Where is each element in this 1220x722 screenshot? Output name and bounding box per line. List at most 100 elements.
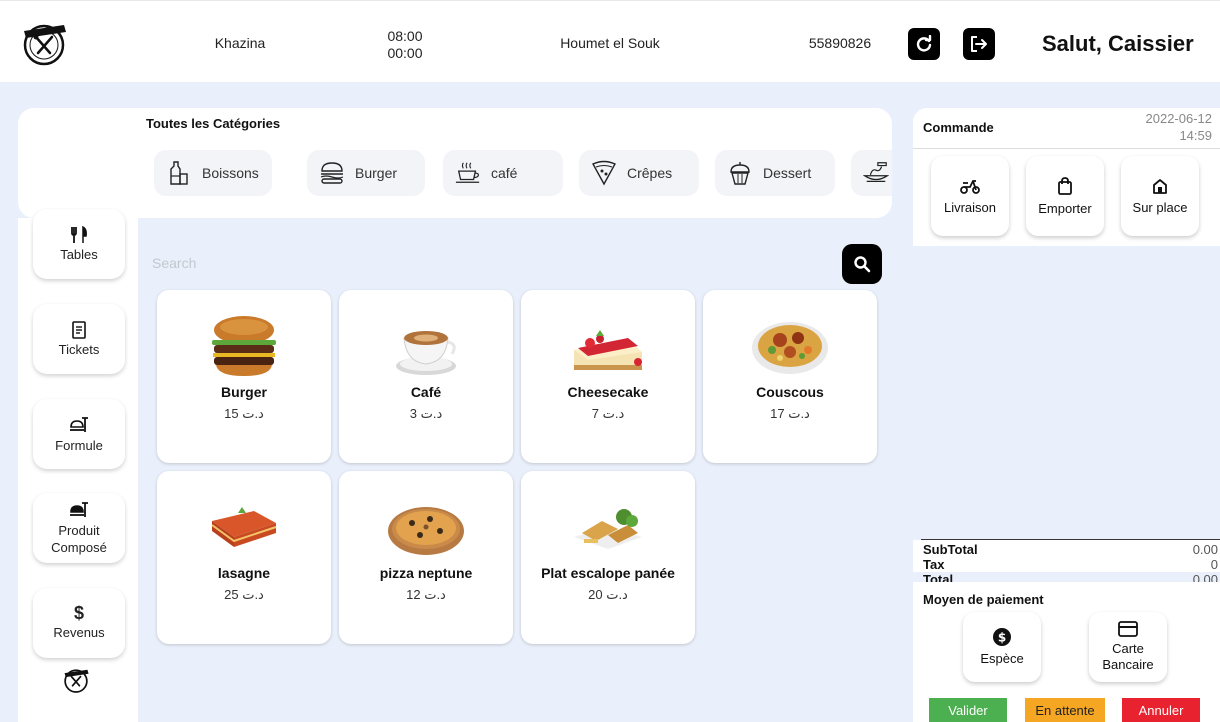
product-price: د.ت 17	[770, 406, 810, 421]
totals-divider	[921, 539, 1220, 540]
categories-title: Toutes les Catégories	[146, 116, 281, 131]
cash-icon: $	[993, 628, 1011, 646]
search-icon	[854, 256, 871, 273]
product-name: Couscous	[756, 384, 824, 400]
subtotal-row: SubTotal 0.00	[923, 542, 1218, 557]
product-name: Plat escalope panée	[541, 565, 675, 581]
divider	[913, 148, 1220, 149]
order-totals: SubTotal 0.00 Tax 0 Total 0.00	[923, 542, 1218, 587]
product-price: د.ت 25	[224, 587, 264, 602]
closing-time: 00:00	[387, 45, 423, 61]
action-label: Annuler	[1138, 702, 1184, 718]
mode-label: Emporter	[1038, 200, 1092, 216]
product-card-couscous[interactable]: Couscous د.ت 17	[703, 290, 877, 463]
crepe-icon	[592, 160, 616, 186]
search-button[interactable]	[842, 244, 882, 284]
restaurant-name: Khazina	[214, 35, 266, 51]
categories-row[interactable]: Boissons Burger café Crêpes Dessert P	[154, 150, 892, 196]
order-datetime: 2022-06-12 14:59	[1146, 110, 1213, 144]
sidebar-item-label: Revenus	[53, 625, 105, 640]
restaurant-phone: 55890826	[808, 35, 872, 51]
mode-label: Livraison	[943, 199, 997, 215]
category-label: Dessert	[763, 165, 812, 181]
category-pasta[interactable]: P	[851, 150, 892, 196]
product-name: lasagne	[217, 565, 271, 581]
sidebar-item-label: Formule	[55, 437, 103, 453]
annuler-button[interactable]: Annuler	[1122, 698, 1200, 722]
product-name: Cheesecake	[567, 384, 649, 400]
restaurant-logo	[23, 24, 66, 66]
category-crepes[interactable]: Crêpes	[579, 150, 699, 196]
bottle-icon	[170, 161, 188, 185]
tray-plus-icon	[70, 502, 88, 517]
coffee-image	[396, 331, 456, 375]
mode-emporter-button[interactable]: Emporter	[1026, 156, 1104, 236]
product-card-burger[interactable]: Burger د.ت 15	[157, 290, 331, 463]
product-card-lasagne[interactable]: lasagne د.ت 25	[157, 471, 331, 644]
payment-espece-button[interactable]: $ Espèce	[963, 612, 1041, 682]
payment-label: Espèce	[980, 651, 1024, 666]
category-burger[interactable]: Burger	[307, 150, 425, 196]
tray-icon	[70, 416, 88, 432]
payment-label: Carte Bancaire	[1102, 641, 1154, 672]
category-dessert[interactable]: Dessert	[715, 150, 835, 196]
mode-livraison-button[interactable]: Livraison	[931, 156, 1009, 236]
sidebar-item-tickets[interactable]: Tickets	[33, 304, 125, 374]
action-label: En attente	[1035, 702, 1095, 718]
logout-icon	[971, 36, 987, 52]
action-label: Valider	[948, 702, 988, 718]
product-price: د.ت 3	[409, 406, 443, 421]
category-label: café	[491, 165, 518, 181]
tax-value: 0	[1210, 557, 1218, 572]
category-label: Burger	[355, 165, 398, 181]
product-price: د.ت 15	[224, 406, 264, 421]
sidebar-item-tables[interactable]: Tables	[33, 209, 125, 279]
main-area: Toutes les Catégories Boissons Burger ca…	[0, 82, 908, 722]
category-label: Crêpes	[627, 165, 673, 181]
payment-carte-button[interactable]: Carte Bancaire	[1089, 612, 1167, 682]
sidebar-item-revenus[interactable]: $ Revenus	[33, 588, 125, 658]
product-price: د.ت 12	[406, 587, 446, 602]
pizza-image	[388, 507, 464, 555]
product-name: Burger	[221, 384, 267, 400]
en-attente-button[interactable]: En attente	[1025, 698, 1105, 722]
scooter-icon	[960, 179, 980, 194]
category-boissons[interactable]: Boissons	[154, 150, 272, 196]
tax-label: Tax	[923, 557, 945, 572]
search-input[interactable]	[152, 252, 832, 274]
order-title: Commande	[923, 120, 994, 135]
product-card-plat-escalope[interactable]: Plat escalope panée د.ت 20	[521, 471, 695, 644]
order-card: Commande 2022-06-12 14:59 Livraison Empo…	[913, 108, 1220, 587]
cupcake-icon	[730, 162, 750, 185]
mode-label: Sur place	[1132, 199, 1188, 215]
order-items-list[interactable]	[913, 246, 1220, 540]
house-icon	[1153, 178, 1167, 194]
product-card-cafe[interactable]: Café د.ت 3	[339, 290, 513, 463]
category-cafe[interactable]: café	[443, 150, 563, 196]
subtotal-label: SubTotal	[923, 542, 978, 557]
product-price: د.ت 7	[591, 406, 625, 421]
product-name: Café	[410, 384, 442, 400]
refresh-button[interactable]	[908, 28, 940, 60]
sidebar-item-label: Produit Composé	[51, 523, 107, 555]
tax-row: Tax 0	[923, 557, 1218, 572]
mode-sur-place-button[interactable]: Sur place	[1121, 156, 1199, 236]
card-icon	[1118, 621, 1138, 637]
restaurant-location: Houmet el Souk	[560, 35, 660, 51]
sidebar-item-formule[interactable]: Formule	[33, 399, 125, 469]
sidebar-item-label: Tickets	[58, 341, 100, 357]
payment-title: Moyen de paiement	[923, 592, 1044, 607]
logout-button[interactable]	[963, 28, 995, 60]
opening-hours: 08:00 00:00	[370, 28, 440, 62]
product-card-cheesecake[interactable]: Cheesecake د.ت 7	[521, 290, 695, 463]
burger-icon	[320, 162, 344, 184]
burger-image	[212, 316, 276, 376]
sidebar-item-produit-compose[interactable]: Produit Composé	[33, 493, 125, 563]
payment-card: Moyen de paiement $ Espèce Carte Bancair…	[913, 582, 1220, 722]
order-date: 2022-06-12	[1145, 111, 1213, 126]
utensils-icon	[71, 225, 87, 243]
categories-panel: Toutes les Catégories Boissons Burger ca…	[18, 108, 892, 218]
valider-button[interactable]: Valider	[929, 698, 1007, 722]
receipt-icon	[72, 320, 86, 339]
product-card-pizza-neptune[interactable]: pizza neptune د.ت 12	[339, 471, 513, 644]
